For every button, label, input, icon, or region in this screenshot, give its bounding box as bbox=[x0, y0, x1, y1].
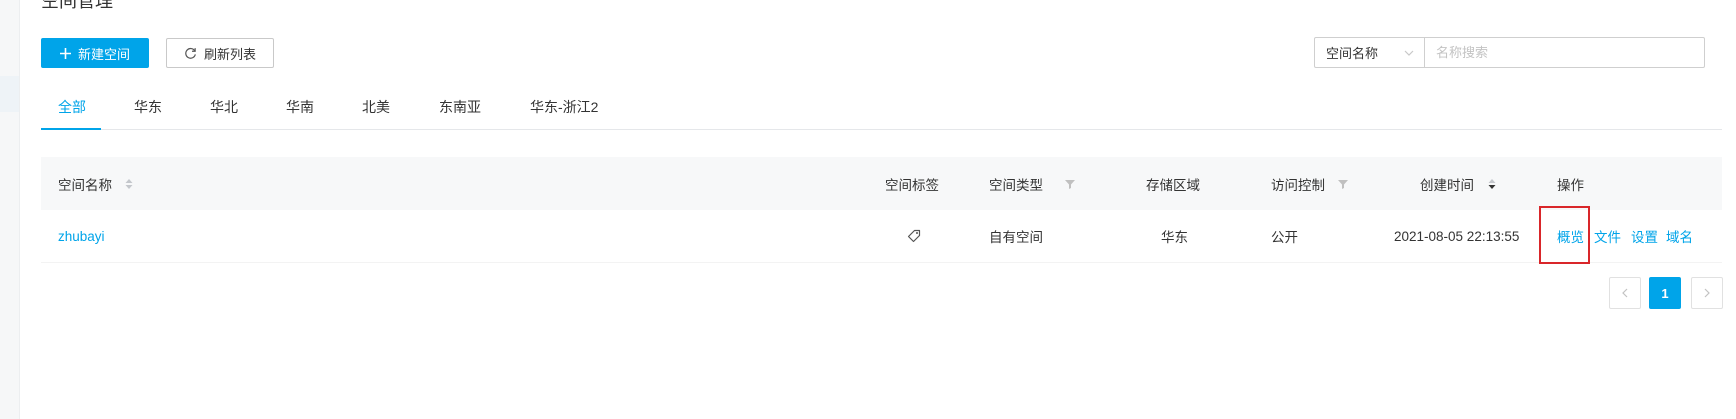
tab-southeast-asia[interactable]: 东南亚 bbox=[439, 90, 481, 129]
table-row: zhubayi 自有空间 华东 公开 2021-08-05 22:13:55 概… bbox=[41, 210, 1722, 263]
overview-link[interactable]: 概览 bbox=[1557, 210, 1584, 262]
pagination-next-button[interactable] bbox=[1691, 277, 1723, 309]
search-input[interactable] bbox=[1424, 37, 1705, 68]
page-title: 空间管理 bbox=[41, 0, 113, 11]
bucket-name-link[interactable]: zhubayi bbox=[58, 210, 105, 262]
tab-north-america[interactable]: 北美 bbox=[362, 90, 390, 129]
column-header-type: 空间类型 bbox=[989, 157, 1075, 210]
sidebar-active-item[interactable] bbox=[0, 76, 19, 112]
table-header: 空间名称 空间标签 空间类型 存储区域 访问控制 创建时间 操作 bbox=[41, 157, 1722, 210]
bucket-created-time: 2021-08-05 22:13:55 bbox=[1394, 228, 1520, 244]
search-field-select[interactable]: 空间名称 bbox=[1314, 37, 1425, 68]
column-header-region: 存储区域 bbox=[1146, 177, 1200, 193]
settings-link[interactable]: 设置 bbox=[1631, 210, 1658, 262]
files-link[interactable]: 文件 bbox=[1594, 210, 1621, 262]
search-field-value: 空间名称 bbox=[1326, 46, 1379, 61]
column-header-created: 创建时间 bbox=[1420, 157, 1496, 210]
column-header-access-label: 访问控制 bbox=[1271, 177, 1325, 193]
create-bucket-label: 新建空间 bbox=[77, 46, 130, 62]
tab-south-china[interactable]: 华南 bbox=[286, 90, 314, 129]
plus-icon bbox=[59, 47, 71, 59]
column-header-tag: 空间标签 bbox=[885, 177, 939, 193]
filter-icon[interactable] bbox=[1065, 179, 1075, 189]
create-bucket-button[interactable]: 新建空间 bbox=[41, 38, 149, 68]
sidebar bbox=[0, 0, 20, 419]
refresh-list-button[interactable]: 刷新列表 bbox=[166, 38, 274, 68]
refresh-list-label: 刷新列表 bbox=[203, 46, 256, 62]
tab-all[interactable]: 全部 bbox=[58, 90, 86, 129]
chevron-left-icon bbox=[1622, 288, 1628, 298]
sort-icon[interactable] bbox=[125, 178, 133, 190]
column-header-name-label: 空间名称 bbox=[58, 177, 112, 193]
domain-link[interactable]: 域名 bbox=[1666, 210, 1693, 262]
tab-east-china[interactable]: 华东 bbox=[134, 90, 162, 129]
column-header-created-label: 创建时间 bbox=[1420, 177, 1474, 193]
chevron-right-icon bbox=[1704, 288, 1710, 298]
filter-icon[interactable] bbox=[1338, 179, 1348, 189]
sort-icon[interactable] bbox=[1488, 178, 1496, 190]
bucket-region: 华东 bbox=[1161, 230, 1188, 245]
pagination-prev-button[interactable] bbox=[1609, 277, 1641, 309]
bucket-type: 自有空间 bbox=[989, 230, 1043, 245]
tag-icon[interactable] bbox=[907, 210, 921, 262]
column-header-access: 访问控制 bbox=[1271, 157, 1348, 210]
tab-north-china[interactable]: 华北 bbox=[210, 90, 238, 129]
active-tab-indicator bbox=[41, 128, 101, 130]
tab-east-china-zhejiang2[interactable]: 华东-浙江2 bbox=[530, 90, 598, 129]
column-header-type-label: 空间类型 bbox=[989, 177, 1043, 193]
bucket-access: 公开 bbox=[1271, 230, 1298, 245]
region-tabs: 全部 华东 华北 华南 北美 东南亚 华东-浙江2 bbox=[41, 90, 1722, 130]
refresh-icon bbox=[184, 47, 197, 60]
column-header-actions: 操作 bbox=[1557, 177, 1584, 193]
bucket-table: 空间名称 空间标签 空间类型 存储区域 访问控制 创建时间 操作 zhubayi… bbox=[41, 157, 1722, 263]
pagination-current-page[interactable]: 1 bbox=[1649, 277, 1681, 309]
column-header-name: 空间名称 bbox=[58, 157, 133, 210]
chevron-down-icon bbox=[1404, 50, 1414, 56]
